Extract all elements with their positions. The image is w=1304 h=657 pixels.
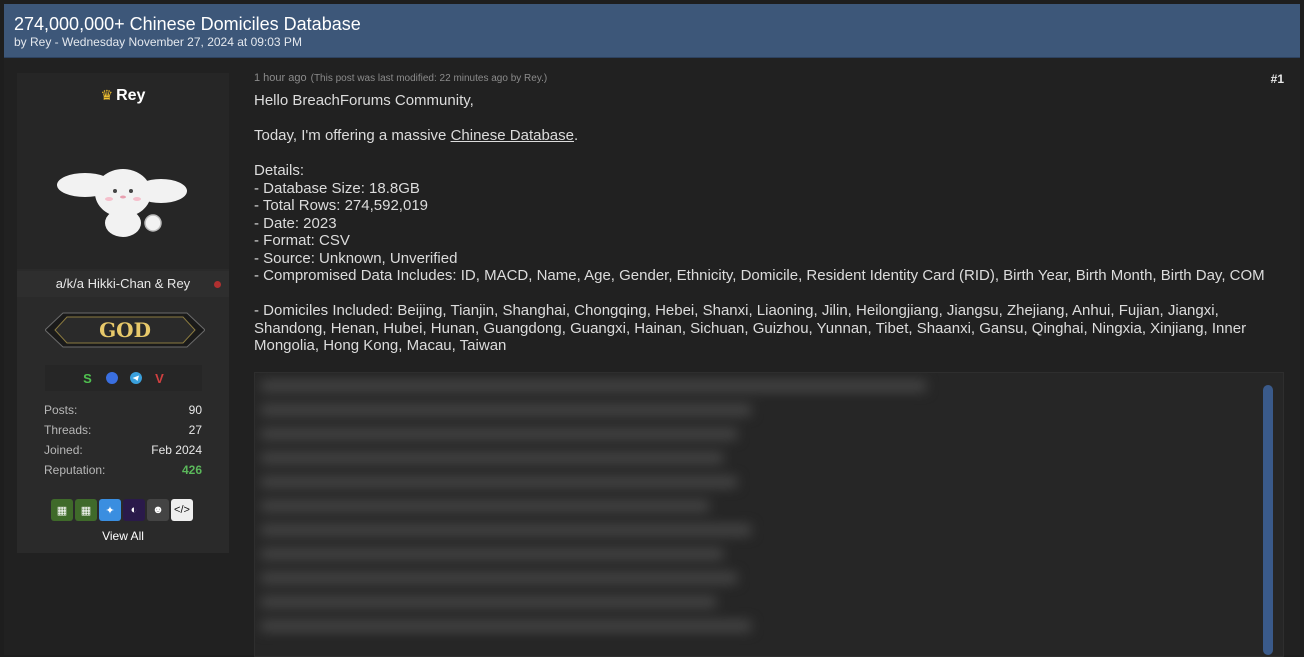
awards-row: ▦ ▦ ✦ ◐ ☻ </> [51, 499, 201, 523]
post-body: Hello BreachForums Community, Today, I'm… [254, 92, 1288, 355]
post-meta: 1 hour ago (This post was last modified: … [254, 72, 547, 84]
blurred-content [261, 381, 961, 656]
stat-reputation: Reputation: 426 [44, 463, 202, 477]
thread-header: 274,000,000+ Chinese Domiciles Database … [4, 4, 1300, 58]
detail-date: - Date: 2023 [254, 214, 337, 232]
author-alias: a/k/a Hikki-Chan & Rey [55, 276, 191, 291]
detail-rows: - Total Rows: 274,592,019 [254, 197, 429, 214]
offline-status-icon [214, 281, 221, 288]
detail-format: - Format: CSV [254, 232, 350, 249]
v-icon[interactable]: V [152, 370, 168, 386]
crown-icon: ♛ [100, 87, 114, 103]
blurred-sample-box[interactable] [254, 372, 1284, 657]
session-icon[interactable]: S [80, 370, 96, 386]
code-award-icon[interactable]: </> [171, 499, 193, 521]
signal-icon[interactable] [104, 370, 120, 386]
post-number[interactable]: #1 [1271, 72, 1284, 86]
view-all-awards-link[interactable]: View All [17, 529, 229, 543]
robot-award-icon[interactable]: ☻ [147, 499, 169, 521]
thread-title: 274,000,000+ Chinese Domiciles Database [14, 14, 361, 34]
detail-compromised-data: - Compromised Data Includes: ID, MACD, N… [254, 267, 1265, 284]
detail-source: - Source: Unknown, Unverified [254, 249, 458, 267]
gift-award-icon[interactable]: ▦ [75, 499, 97, 521]
rank-badge: GOD [45, 312, 205, 348]
gift-award-icon[interactable]: ▦ [51, 499, 73, 521]
stat-posts: Posts: 90 [44, 403, 202, 417]
post-modified: (This post was last modified: 22 minutes… [310, 73, 548, 84]
chinese-database-link[interactable]: Chinese Database [451, 127, 574, 144]
post-greeting: Hello BreachForums Community, [254, 92, 474, 109]
thread-byline: by Rey - Wednesday November 27, 2024 at … [14, 35, 302, 49]
contact-icons: S V [45, 365, 202, 391]
thread-page: ♛ Rey a/k/a Hikki-Chan & Rey GOD S V Pos… [4, 58, 1300, 657]
stat-threads: Threads: 27 [44, 423, 202, 437]
post: 1 hour ago (This post was last modified: … [254, 70, 1288, 657]
details-heading: Details: [254, 162, 305, 179]
twitter-award-icon[interactable]: ✦ [99, 499, 121, 521]
avatar [57, 169, 187, 237]
hacker-award-icon[interactable]: ◐ [123, 499, 145, 521]
author-name[interactable]: ♛ Rey [17, 87, 229, 105]
author-stats: Posts: 90 Threads: 27 Joined: Feb 2024 R… [44, 403, 202, 483]
telegram-icon[interactable] [128, 370, 144, 386]
post-time[interactable]: 1 hour ago [254, 72, 307, 84]
author-card: ♛ Rey [17, 73, 229, 269]
stat-joined: Joined: Feb 2024 [44, 443, 202, 457]
detail-size: - Database Size: 18.8GB [254, 179, 420, 197]
post-offer: Today, I'm offering a massive Chinese Da… [254, 127, 579, 144]
scrollbar[interactable] [1263, 385, 1273, 655]
rank-label: GOD [99, 318, 151, 342]
author-sidebar: ♛ Rey a/k/a Hikki-Chan & Rey GOD S V Pos… [17, 73, 229, 553]
detail-domiciles: - Domiciles Included: Beijing, Tianjin, … [254, 302, 1247, 354]
author-alias-row: a/k/a Hikki-Chan & Rey [17, 271, 229, 297]
